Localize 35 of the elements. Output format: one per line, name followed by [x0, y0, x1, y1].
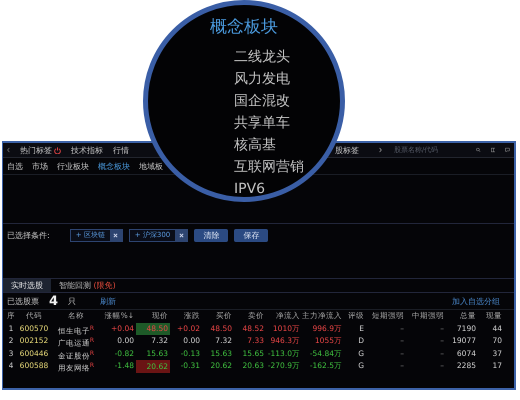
count-unit: 只 [68, 296, 76, 306]
conditions-label: 已选择条件: [7, 230, 50, 240]
stock-count: 4 [49, 294, 58, 308]
concept-item[interactable]: 二线龙头 [234, 48, 304, 67]
remove-chip-button[interactable] [110, 230, 122, 240]
category-tab[interactable]: 概念板块 [98, 160, 130, 172]
concept-item[interactable]: 风力发电 [234, 70, 304, 89]
action-button[interactable]: 清除 [194, 228, 228, 242]
category-tab[interactable]: 地域板 [139, 160, 163, 172]
result-tab[interactable]: 智能回测 (限免) [51, 279, 124, 292]
category-tab[interactable]: 自选 [7, 160, 23, 172]
magnified-tab-label: 概念板块 [210, 16, 278, 38]
top-tab[interactable]: 热门标签 [20, 144, 61, 156]
remove-chip-button[interactable] [175, 230, 188, 240]
refresh-link[interactable]: 刷新 [100, 296, 116, 306]
category-tab[interactable]: 行业板块 [57, 160, 89, 172]
concept-item[interactable]: 国企混改 [234, 92, 304, 111]
concept-item[interactable]: 互联网营销 [234, 158, 304, 177]
close-icon [113, 232, 118, 238]
concept-item[interactable]: 共享单车 [234, 114, 304, 133]
close-icon [178, 232, 184, 238]
power-icon [54, 146, 61, 154]
search-icon[interactable] [476, 146, 481, 154]
message-icon[interactable] [505, 146, 510, 154]
top-tab[interactable]: 技术指标 [70, 144, 103, 156]
category-tab[interactable]: 市场 [32, 160, 48, 172]
layout-icon[interactable] [490, 146, 496, 154]
concept-item[interactable]: 核高基 [234, 136, 304, 155]
top-tab[interactable]: 股标签 [334, 144, 359, 156]
concept-item[interactable]: IPV6 [234, 180, 304, 197]
top-tab[interactable]: 行情 [112, 144, 129, 156]
selected-stocks-label: 已选股票 [7, 296, 39, 306]
result-tab[interactable]: 实时选股 [3, 279, 51, 292]
add-to-group-link[interactable]: 加入自选分组 [452, 296, 500, 306]
action-button[interactable]: 保存 [234, 228, 268, 242]
